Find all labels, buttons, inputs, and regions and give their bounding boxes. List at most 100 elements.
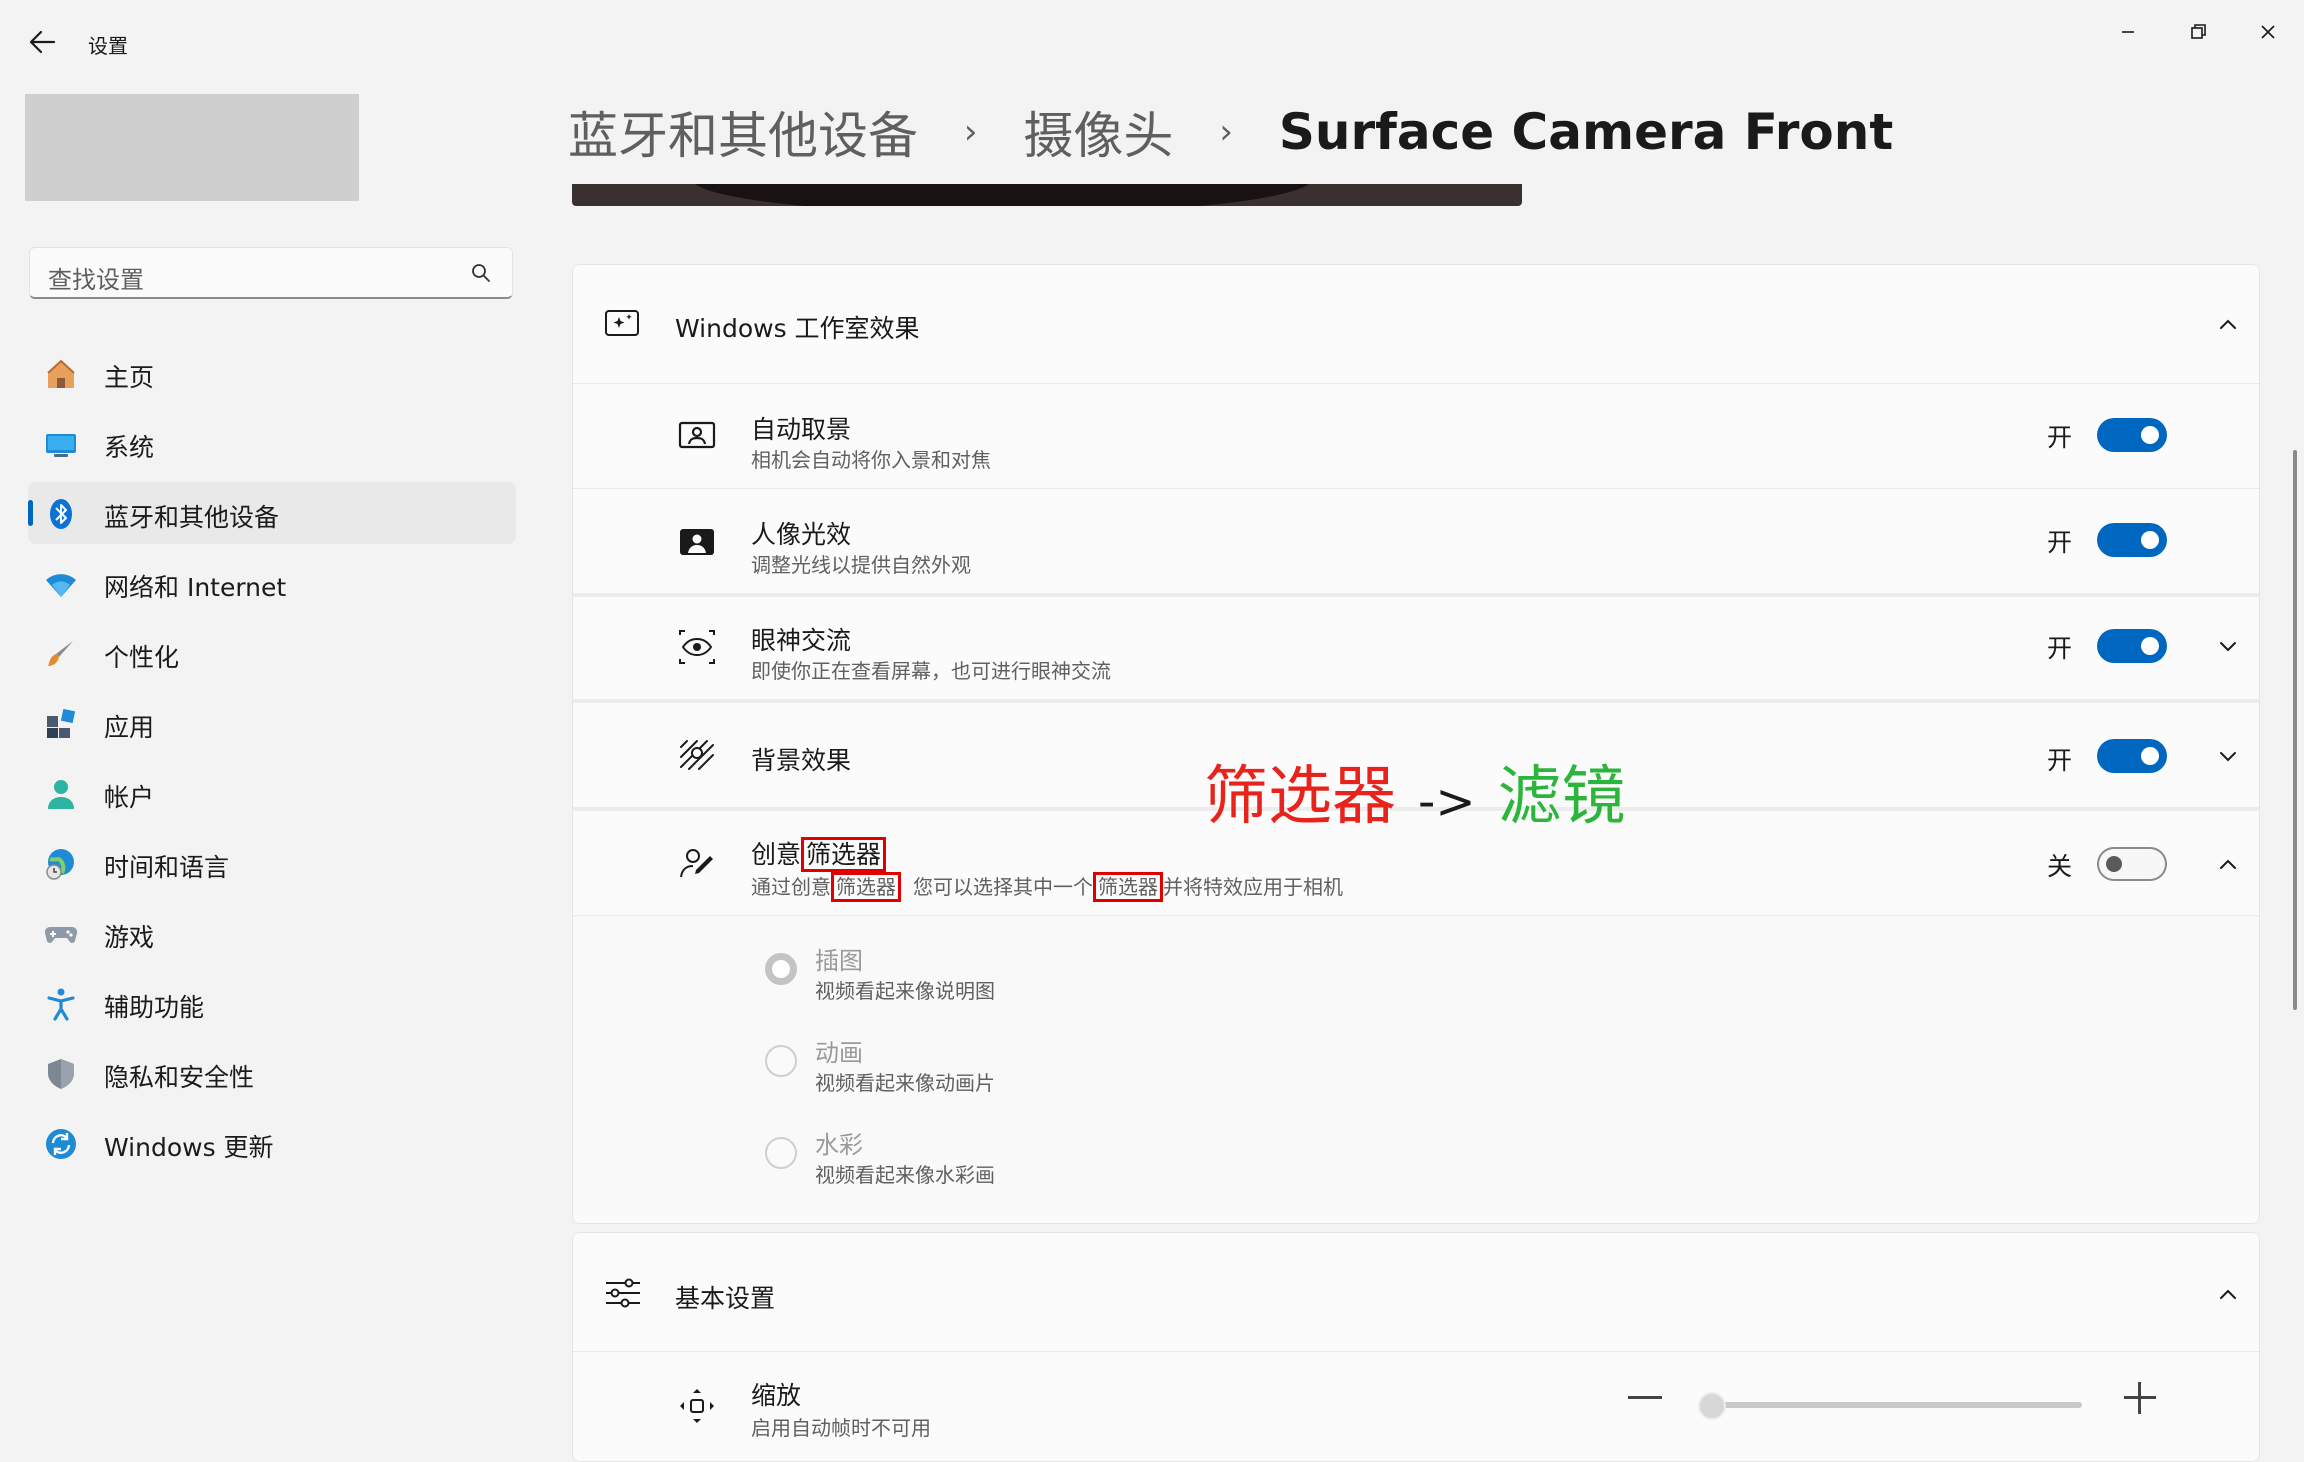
brush-icon: [44, 637, 78, 671]
creative-filters-toggle[interactable]: [2097, 847, 2167, 881]
account-avatar-redacted[interactable]: [25, 94, 359, 201]
breadcrumb: 蓝牙和其他设备 › 摄像头 › Surface Camera Front: [568, 96, 1893, 166]
studio-effects-title: Windows 工作室效果: [675, 314, 920, 343]
sidebar-item-privacy[interactable]: 隐私和安全性: [28, 1042, 516, 1104]
sidebar-item-label: 应用: [104, 713, 155, 742]
sidebar-item-accounts[interactable]: 帐户: [28, 762, 516, 824]
basic-settings-title: 基本设置: [675, 1284, 776, 1313]
home-icon: [44, 357, 78, 391]
breadcrumb-item-cameras[interactable]: 摄像头: [1023, 96, 1173, 168]
row-subtitle: 调整光线以提供自然外观: [751, 553, 971, 577]
sidebar-item-personalization[interactable]: 个性化: [28, 622, 516, 684]
toggle-state-label: 开: [2047, 528, 2073, 557]
sidebar-item-apps[interactable]: 应用: [28, 692, 516, 754]
portrait-light-toggle[interactable]: [2097, 523, 2167, 557]
zoom-slider-thumb[interactable]: [1698, 1392, 1726, 1420]
sparkle-camera-icon: [603, 303, 643, 343]
globe-clock-icon: [44, 847, 78, 881]
minimize-icon[interactable]: [2106, 10, 2150, 54]
sync-icon: [44, 1127, 78, 1161]
sidebar-item-gaming[interactable]: 游戏: [28, 902, 516, 964]
highlighted-term: 筛选器: [801, 837, 887, 872]
highlighted-term: 筛选器: [831, 872, 901, 902]
sidebar-item-bluetooth[interactable]: 蓝牙和其他设备: [28, 482, 516, 544]
breadcrumb-separator: ›: [1219, 112, 1233, 152]
basic-settings-card: 基本设置 缩放 启用自动帧时不可用: [572, 1232, 2260, 1462]
eye-contact-toggle[interactable]: [2097, 629, 2167, 663]
scrollbar[interactable]: [2293, 450, 2297, 1010]
active-indicator: [28, 500, 33, 526]
radio-subtitle: 视频看起来像说明图: [815, 979, 995, 1003]
sidebar-item-network[interactable]: 网络和 Internet: [28, 552, 516, 614]
restore-icon[interactable]: [2176, 10, 2220, 54]
sidebar-item-accessibility[interactable]: 辅助功能: [28, 972, 516, 1034]
framing-icon: [677, 416, 717, 456]
zoom-in-icon-vertical: [2138, 1382, 2141, 1414]
zoom-move-icon: [677, 1386, 717, 1426]
camera-preview: [572, 184, 1522, 206]
sidebar-item-label: 主页: [104, 363, 155, 392]
chevron-up-icon[interactable]: [2213, 849, 2243, 879]
radio-title: 插图: [815, 947, 863, 975]
radio-title: 动画: [815, 1039, 863, 1067]
chevron-up-icon[interactable]: [2213, 309, 2243, 339]
row-title: 背景效果: [751, 746, 852, 775]
sidebar-item-system[interactable]: 系统: [28, 412, 516, 474]
annotation-new-term: 滤镜: [1497, 760, 1626, 834]
sidebar-item-home[interactable]: 主页: [28, 342, 516, 404]
row-title: 人像光效: [751, 520, 852, 549]
filter-options: 插图 视频看起来像说明图 动画 视频看起来像动画片 水彩 视频看起来像水彩画: [573, 916, 2259, 1216]
sidebar-item-label: 网络和 Internet: [104, 573, 287, 602]
accessibility-icon: [44, 987, 78, 1021]
portrait-light-row: 人像光效 调整光线以提供自然外观 开: [573, 489, 2259, 593]
highlighted-term: 筛选器: [1093, 872, 1163, 902]
sliders-icon: [603, 1273, 643, 1313]
chevron-down-icon[interactable]: [2213, 631, 2243, 661]
search-icon[interactable]: [470, 262, 492, 284]
sidebar-item-windows-update[interactable]: Windows 更新: [28, 1112, 516, 1174]
subtitle-part: 并将特效应用于相机: [1163, 875, 1343, 899]
translation-annotation: 筛选器 -> 滤镜: [1204, 752, 1626, 847]
radio-animation[interactable]: [765, 1045, 797, 1077]
sidebar-item-label: 帐户: [104, 783, 155, 812]
page-title: Surface Camera Front: [1278, 103, 1894, 161]
back-arrow-icon[interactable]: [24, 26, 60, 58]
sidebar-item-time-language[interactable]: 时间和语言: [28, 832, 516, 894]
sidebar-item-label: 个性化: [104, 643, 180, 672]
wifi-icon: [44, 567, 78, 601]
row-title: 自动取景: [751, 415, 852, 444]
portrait-light-icon: [677, 521, 717, 561]
radio-illustration[interactable]: [765, 953, 797, 985]
eye-contact-row[interactable]: 眼神交流 即使你正在查看屏幕，也可进行眼神交流 开: [573, 597, 2259, 699]
auto-framing-toggle[interactable]: [2097, 418, 2167, 452]
studio-effects-card: Windows 工作室效果 自动取景 相机会自动将你入景和对焦 开 人像光效 调…: [572, 264, 2260, 1224]
breadcrumb-item-bluetooth[interactable]: 蓝牙和其他设备: [568, 96, 918, 168]
sidebar-item-label: 隐私和安全性: [104, 1063, 255, 1092]
sidebar-item-label: 游戏: [104, 923, 155, 952]
monitor-icon: [44, 427, 78, 461]
close-icon[interactable]: [2246, 10, 2290, 54]
studio-effects-header[interactable]: Windows 工作室效果: [573, 265, 2259, 383]
apps-icon: [44, 707, 78, 741]
row-title: 眼神交流: [751, 626, 852, 655]
zoom-slider-track[interactable]: [1704, 1402, 2082, 1408]
radio-subtitle: 视频看起来像水彩画: [815, 1163, 995, 1187]
chevron-up-icon[interactable]: [2213, 1279, 2243, 1309]
gamepad-icon: [44, 917, 78, 951]
title-bar: 设置: [0, 0, 2304, 84]
row-subtitle: 即使你正在查看屏幕，也可进行眼神交流: [751, 659, 1111, 683]
bluetooth-icon: [44, 497, 78, 531]
search-placeholder: 查找设置: [48, 266, 144, 294]
toggle-state-label: 开: [2047, 423, 2073, 452]
zoom-out-icon[interactable]: [1628, 1396, 1662, 1399]
row-title: 创意 筛选器: [751, 835, 887, 872]
search-input[interactable]: 查找设置: [29, 247, 513, 299]
chevron-down-icon[interactable]: [2213, 741, 2243, 771]
radio-watercolor[interactable]: [765, 1137, 797, 1169]
basic-settings-header[interactable]: 基本设置: [573, 1233, 2259, 1351]
toggle-state-label: 关: [2047, 852, 2073, 881]
row-subtitle: 通过创意 筛选器 您可以选择其中一个 筛选器 并将特效应用于相机: [751, 871, 1343, 902]
background-blur-icon: [677, 735, 717, 775]
sidebar-item-label: 蓝牙和其他设备: [104, 503, 280, 532]
background-effects-toggle[interactable]: [2097, 739, 2167, 773]
